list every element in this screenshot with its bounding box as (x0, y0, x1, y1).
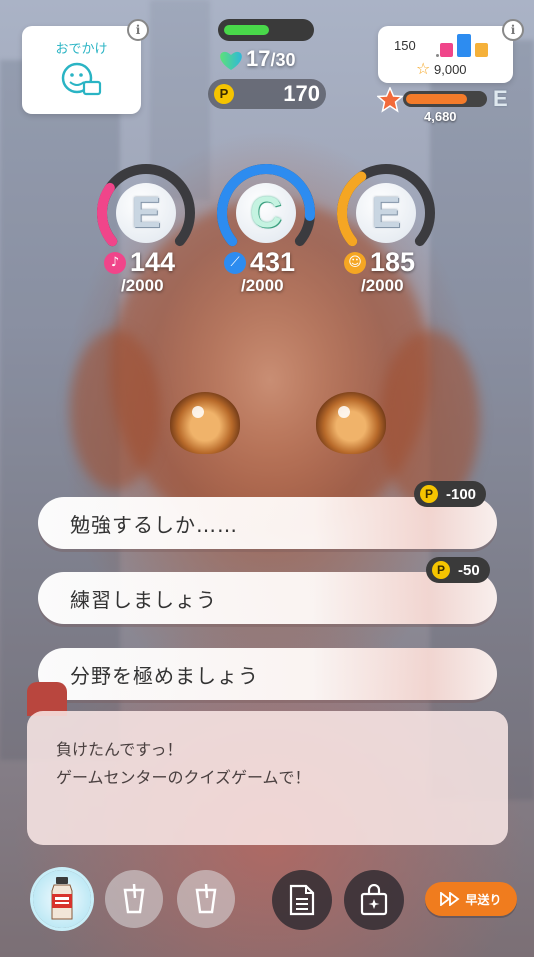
empty-drink-slot-2[interactable] (177, 870, 235, 928)
stamina-bar-fill (224, 25, 269, 35)
dialog-line: ゲームセンターのクイズゲームで！ (56, 768, 311, 787)
cost-value: -50 (458, 561, 480, 579)
stat-value-visual: 185 (370, 247, 416, 277)
stamina-bar (218, 19, 314, 41)
drink-bottle-icon (51, 877, 73, 920)
character-right-eye (316, 392, 386, 454)
bag-sparkle-icon (360, 884, 388, 916)
stat-value-dance: 431 (250, 247, 296, 277)
choice-practice[interactable]: 練習しましょう (38, 572, 497, 624)
stat-value-row-vocal: ♪ 144 (104, 247, 175, 278)
stat-grade-vocal: E (116, 183, 176, 243)
stat-value-vocal: 144 (130, 247, 176, 277)
dialog-line: 負けたんですっ！ (56, 740, 183, 759)
cup-icon (195, 884, 217, 914)
document-icon (289, 884, 315, 916)
face-icon: ☺ (344, 251, 366, 274)
fan-rank-value: 4,680 (424, 109, 457, 124)
stat-max-dance: /2000 (241, 276, 284, 295)
fan-rank-bar (403, 91, 487, 107)
outing-label: おでかけ (55, 42, 108, 57)
fast-forward-label: 早送り (465, 892, 502, 907)
stat-value-row-dance: ⟋ 431 (224, 247, 295, 278)
rank-top-value: 150 (394, 38, 416, 53)
log-button[interactable] (272, 870, 332, 930)
choice-master-field[interactable]: 分野を極めましょう (38, 648, 497, 700)
choice-label: 勉強するしか…… (70, 512, 238, 537)
shoe-icon: ⟋ (224, 251, 246, 274)
stamina-current: 17 (246, 46, 271, 71)
outing-face-icon (61, 62, 102, 96)
stat-grade-visual: E (356, 183, 416, 243)
stamina-max: /30 (270, 50, 296, 70)
empty-drink-slot-1[interactable] (105, 870, 163, 928)
stat-grade-dance: C (236, 183, 296, 243)
stat-value-row-visual: ☺ 185 (344, 247, 415, 278)
outing-info-icon[interactable]: i (127, 19, 149, 41)
stat-max-vocal: /2000 (121, 276, 164, 295)
choice-study-cost: P -100 (414, 481, 487, 507)
character-left-eye (170, 392, 240, 454)
choice-label: 練習しましょう (70, 587, 217, 612)
drink-item-button[interactable] (33, 870, 91, 928)
dialog-text: 負けたんですっ！ ゲームセンターのクイズゲームで！ (56, 736, 311, 792)
cup-icon (123, 884, 145, 914)
points-display: P 170 (208, 79, 326, 109)
fan-rank-grade: E (493, 86, 508, 111)
rank-star-value: 9,000 (434, 62, 467, 77)
choice-practice-cost: P -50 (426, 557, 490, 583)
outing-button[interactable]: おでかけ (22, 26, 141, 114)
fan-star-icon (377, 87, 403, 113)
cost-value: -100 (446, 485, 477, 503)
p-coin-icon: P (432, 561, 450, 579)
microphone-icon: ♪ (104, 251, 126, 274)
fast-forward-button[interactable]: 早送り (425, 882, 517, 916)
stamina-readout: 17/30 (246, 46, 296, 72)
p-coin-icon: P (214, 84, 234, 104)
heart-icon (220, 51, 242, 70)
rank-star-icon: ☆ (416, 59, 431, 78)
rank-info-icon[interactable]: i (502, 19, 524, 41)
rank-color-bars (436, 34, 490, 60)
p-coin-icon: P (420, 485, 438, 503)
fan-rank-bar-fill (406, 94, 467, 104)
fan-rank-card[interactable]: 150 ☆ 9,000 (378, 26, 513, 83)
points-value: 170 (283, 81, 320, 106)
choice-label: 分野を極めましょう (70, 663, 259, 688)
stat-max-visual: /2000 (361, 276, 404, 295)
item-bag-button[interactable] (344, 870, 404, 930)
fast-forward-icon (440, 892, 460, 906)
